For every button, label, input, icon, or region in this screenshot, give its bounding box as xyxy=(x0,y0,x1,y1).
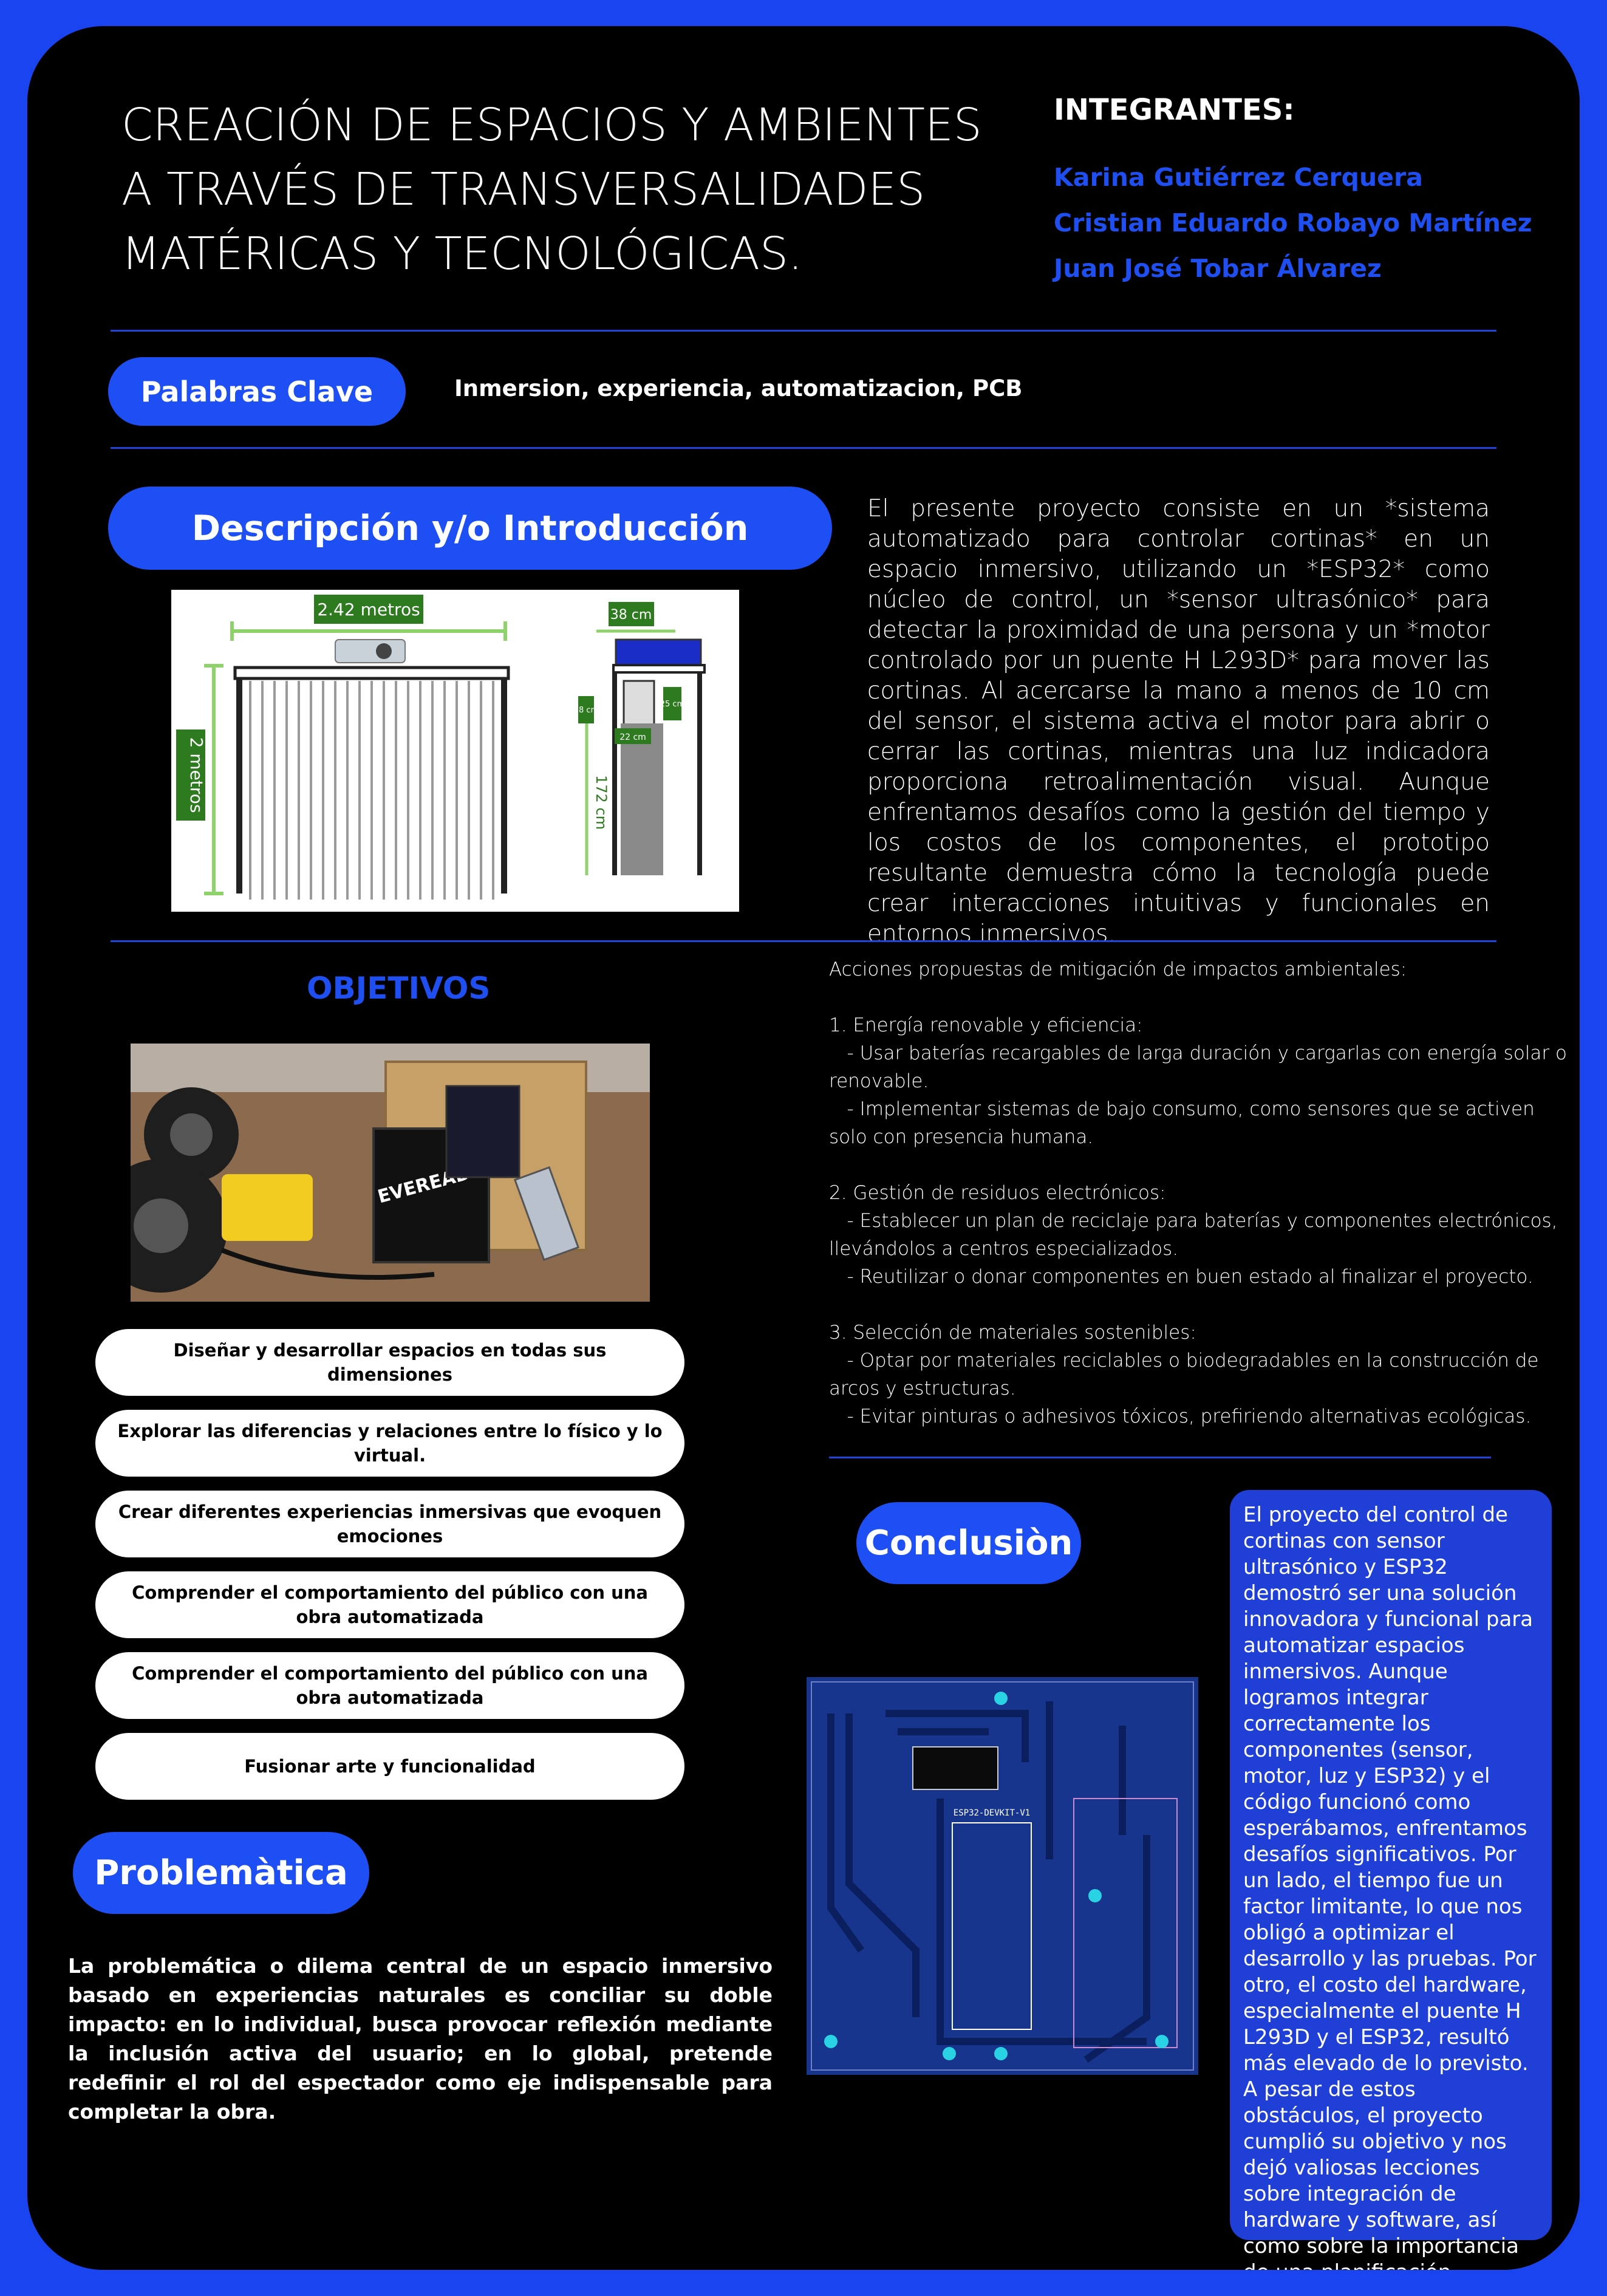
divider xyxy=(111,330,1496,332)
member-name: Cristian Eduardo Robayo Martínez xyxy=(1054,208,1532,237)
width-label: 2.42 metros xyxy=(317,600,420,620)
height-label: 2 metros xyxy=(186,737,206,813)
small-label-3: 22 cm xyxy=(619,733,646,742)
integrantes-heading: INTEGRANTES: xyxy=(1054,93,1295,127)
divider xyxy=(111,447,1496,449)
page-title: CREACIÓN DE ESPACIOS Y AMBIENTES A TRAVÉ… xyxy=(121,93,1032,286)
structure-diagram: 2.42 metros 2 metros 38 cm 18 cm 25 cm 2… xyxy=(171,590,739,912)
mitigation-actions-text: Acciones propuestas de mitigación de imp… xyxy=(829,958,1567,1427)
member-name: Juan José Tobar Álvarez xyxy=(1054,254,1382,283)
diagram-svg: 2.42 metros 2 metros 38 cm 18 cm 25 cm 2… xyxy=(176,595,706,900)
title-line: MATÉRICAS Y TECNOLÓGICAS. xyxy=(121,228,803,280)
member-name: Karina Gutiérrez Cerquera xyxy=(1054,163,1423,192)
intro-text: El presente proyecto consiste en un *sis… xyxy=(867,495,1490,948)
pcb-image: ESP32-DEVKIT-V1 xyxy=(807,1677,1198,2075)
title-line: CREACIÓN DE ESPACIOS Y AMBIENTES xyxy=(121,99,982,151)
objective-item: Diseñar y desarrollar espacios en todas … xyxy=(95,1329,684,1396)
conclusion-text: El proyecto del control de cortinas con … xyxy=(1230,1490,1552,2270)
objective-item: Crear diferentes experiencias inmersivas… xyxy=(95,1491,684,1557)
prototype-photo: EVEREADY xyxy=(131,1044,650,1302)
poster: CREACIÓN DE ESPACIOS Y AMBIENTES A TRAVÉ… xyxy=(27,26,1580,2270)
small-label-2: 25 cm xyxy=(660,700,685,709)
conclusion-heading: Conclusiòn xyxy=(856,1502,1081,1584)
pcb-label: ESP32-DEVKIT-V1 xyxy=(954,1808,1030,1818)
side-height-label: 172 cm xyxy=(593,775,610,830)
small-label-1: 18 cm xyxy=(574,706,599,715)
intro-heading: Descripción y/o Introducción xyxy=(108,487,832,570)
objective-item: Comprender el comportamiento del público… xyxy=(95,1571,684,1638)
objectives-heading: OBJETIVOS xyxy=(307,971,491,1006)
prototype-photo-svg: EVEREADY xyxy=(131,1044,650,1302)
divider xyxy=(829,1457,1491,1458)
objective-item: Explorar las diferencias y relaciones en… xyxy=(95,1410,684,1477)
problem-text: La problemática o dilema central de un e… xyxy=(68,1954,773,2123)
side-width-label: 38 cm xyxy=(610,607,652,623)
objective-item: Fusionar arte y funcionalidad xyxy=(95,1733,684,1800)
title-line: A TRAVÉS DE TRANSVERSALIDADES xyxy=(121,163,926,216)
problem-heading: Problemàtica xyxy=(73,1832,369,1914)
keywords-text: Inmersion, experiencia, automatizacion, … xyxy=(454,375,1023,401)
divider xyxy=(111,940,1496,942)
keywords-label: Palabras Clave xyxy=(108,357,406,426)
objective-item: Comprender el comportamiento del público… xyxy=(95,1652,684,1719)
pcb-svg: ESP32-DEVKIT-V1 xyxy=(807,1677,1198,2075)
